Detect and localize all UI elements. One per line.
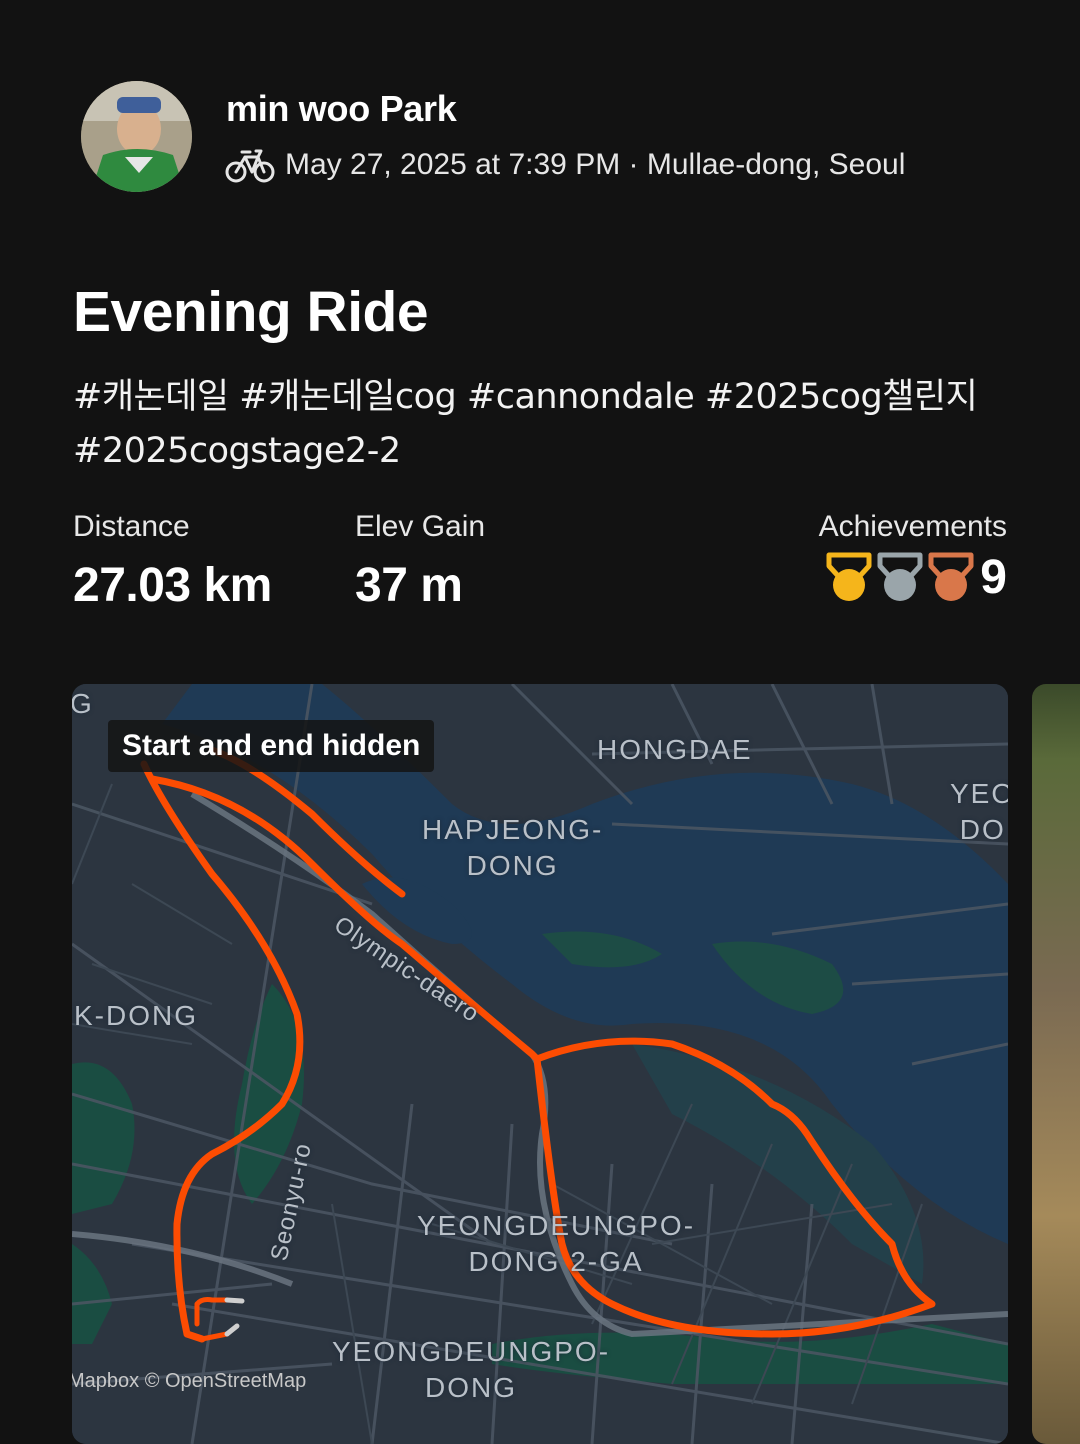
map-background bbox=[72, 684, 1008, 1444]
silver-medal-icon bbox=[877, 552, 923, 601]
activity-description: #캐논데일 #캐논데일cog #cannondale #2025cog챌린지 #… bbox=[73, 377, 978, 471]
achievement-count: 9 bbox=[980, 551, 1007, 604]
stat-elev-gain-label: Elev Gain bbox=[355, 510, 486, 543]
stat-distance-label: Distance bbox=[73, 510, 190, 543]
map-label-yeo: YEO DO bbox=[950, 778, 1008, 845]
start-end-hidden-badge: Start and end hidden bbox=[108, 720, 435, 772]
activity-title[interactable]: Evening Ride bbox=[73, 279, 429, 345]
bike-icon bbox=[225, 149, 275, 183]
next-media-card[interactable] bbox=[1032, 684, 1080, 1444]
map-label-kdong: K-DONG bbox=[74, 1000, 198, 1031]
stat-elev-gain: Elev Gain 37 m bbox=[355, 510, 485, 613]
map-label-hongdae: HONGDAE bbox=[597, 734, 753, 765]
gold-medal-icon bbox=[826, 552, 872, 601]
athlete-avatar[interactable] bbox=[81, 81, 192, 192]
stat-achievements[interactable]: Achievements 9 bbox=[819, 510, 1007, 604]
athlete-name[interactable]: min woo Park bbox=[226, 88, 457, 130]
activity-meta: May 27, 2025 at 7:39 PM · Mullae-dong, S… bbox=[225, 145, 905, 185]
map-label-ydp-2ga: YEONGDEUNGPO- DONG 2-GA bbox=[417, 1210, 696, 1277]
bronze-medal-icon bbox=[928, 552, 974, 601]
route-map[interactable]: Start and end hidden G HONGDAE HAPJEONG-… bbox=[72, 684, 1008, 1444]
stat-elev-gain-value: 37 m bbox=[355, 559, 463, 612]
map-attribution[interactable]: Mapbox © OpenStreetMap bbox=[72, 1370, 306, 1393]
stat-distance-value: 27.03 km bbox=[73, 559, 272, 612]
map-label-g: G bbox=[72, 688, 94, 719]
map-label-ydp: YEONGDEUNGPO- DONG bbox=[332, 1336, 611, 1403]
activity-date-location: May 27, 2025 at 7:39 PM · Mullae-dong, S… bbox=[285, 148, 906, 181]
stat-distance: Distance 27.03 km bbox=[73, 510, 272, 613]
map-label-hapjeong: HAPJEONG- DONG bbox=[422, 814, 604, 881]
stat-achievements-label: Achievements bbox=[818, 510, 1007, 543]
achievement-medals[interactable]: 9 bbox=[819, 552, 1007, 604]
